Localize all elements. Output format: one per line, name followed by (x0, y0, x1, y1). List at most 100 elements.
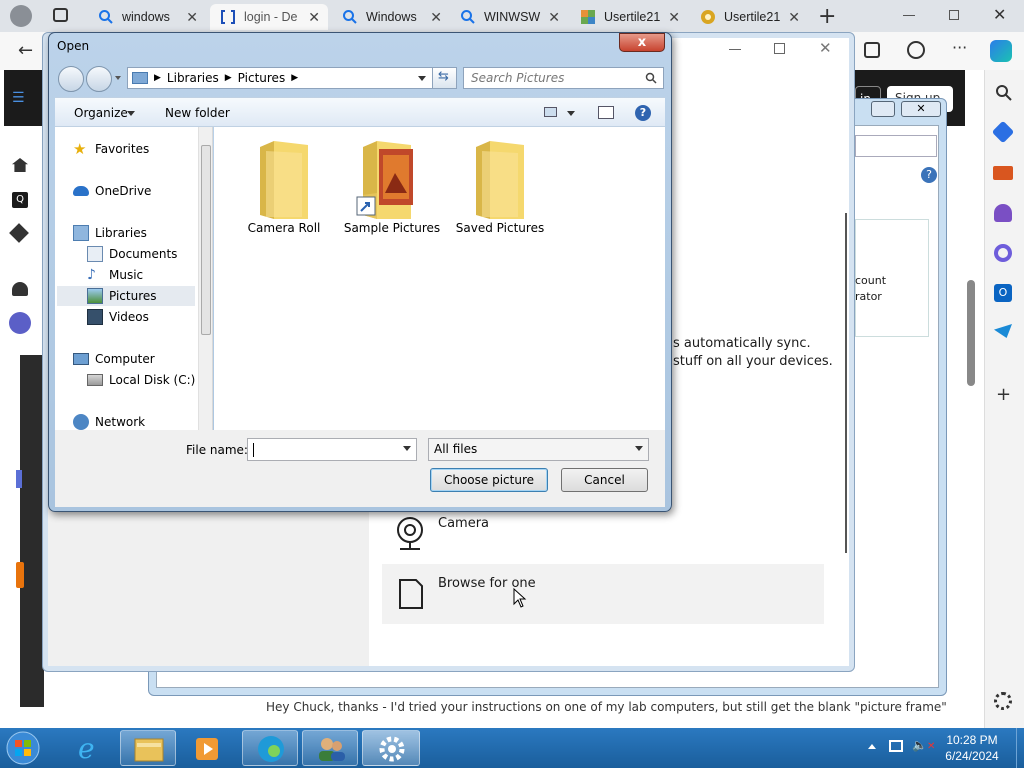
more-icon[interactable]: ··· (952, 38, 967, 57)
nav-local-disk[interactable]: Local Disk (C:) (87, 370, 195, 390)
restore-icon[interactable] (871, 101, 895, 117)
tab-login[interactable]: login - De ✕ (210, 4, 328, 30)
tab-windows[interactable]: windows ✕ (88, 4, 206, 30)
people-icon[interactable] (994, 204, 1012, 222)
office-icon[interactable] (994, 244, 1012, 262)
breadcrumb-pictures[interactable]: Pictures (238, 71, 286, 85)
close-icon[interactable]: ✕ (819, 39, 832, 57)
home-icon[interactable] (12, 158, 28, 172)
settings-gear-icon[interactable] (994, 692, 1012, 710)
copilot-icon[interactable] (990, 40, 1012, 62)
dialog-close-button[interactable]: x (619, 33, 665, 52)
nav-network[interactable]: Network (73, 412, 145, 432)
view-options-icon[interactable] (544, 107, 557, 117)
search-box[interactable] (855, 135, 937, 157)
close-icon[interactable]: ✕ (186, 9, 198, 26)
folder-camera-roll[interactable]: Camera Roll (234, 133, 334, 253)
toolbox-icon[interactable] (993, 166, 1013, 180)
close-icon[interactable]: ✕ (308, 9, 320, 26)
breadcrumb-arrow-icon: ▶ (154, 73, 161, 83)
tab-usertile-1[interactable]: Usertile21 ✕ (570, 4, 688, 30)
file-type-select[interactable]: All files (428, 438, 649, 461)
nav-label: Documents (109, 247, 178, 261)
close-icon[interactable]: ✕ (430, 9, 442, 26)
address-bar[interactable]: ▶ Libraries ▶ Pictures ▶ (127, 67, 457, 89)
start-button[interactable] (4, 730, 42, 766)
organize-menu[interactable]: Organize (74, 106, 128, 120)
internet-explorer-icon[interactable]: e (60, 730, 116, 766)
shopping-tag-icon[interactable] (991, 120, 1015, 144)
close-window-icon[interactable]: ✕ (993, 5, 1006, 24)
nav-scrollbar[interactable] (198, 127, 212, 430)
folder-sample-pictures[interactable]: Sample Pictures (342, 133, 442, 253)
close-icon[interactable]: ✕ (901, 101, 941, 117)
nav-documents[interactable]: Documents (87, 244, 177, 264)
menu-icon[interactable]: ☰ (12, 90, 25, 106)
tab-usertile-2[interactable]: Usertile21 ✕ (690, 4, 808, 30)
media-player-icon[interactable] (180, 730, 236, 766)
nav-pictures[interactable]: Pictures (57, 286, 195, 306)
browse-option[interactable]: Browse for one (382, 564, 824, 624)
settings-gear-icon[interactable] (362, 730, 420, 766)
profile-avatar[interactable] (10, 5, 32, 27)
action-center-icon[interactable] (889, 740, 903, 752)
nav-favorites[interactable]: ★ Favorites (73, 139, 149, 159)
search-pictures-input[interactable]: Search Pictures (463, 67, 664, 89)
scroll-thumb[interactable] (201, 145, 211, 335)
tab-winwsw[interactable]: WINWSW ✕ (450, 4, 568, 30)
clock-time: 10:28 PM (946, 733, 998, 747)
tab-actions-icon[interactable] (53, 8, 68, 22)
users-icon[interactable] (12, 282, 28, 296)
user-accounts-icon[interactable] (302, 730, 358, 766)
chevron-down-icon[interactable] (403, 446, 411, 451)
minimize-icon[interactable] (903, 15, 915, 16)
teams-icon[interactable] (9, 312, 31, 334)
back-button[interactable] (58, 66, 84, 92)
chevron-down-icon[interactable] (567, 111, 575, 116)
new-folder-button[interactable]: New folder (165, 106, 230, 120)
tab-windows-2[interactable]: Windows ✕ (332, 4, 450, 30)
refresh-button[interactable]: ⇆ (432, 67, 457, 89)
help-icon[interactable]: ? (921, 167, 937, 183)
edge-icon[interactable] (242, 730, 298, 766)
close-icon[interactable]: ✕ (668, 9, 680, 26)
camera-option[interactable]: Camera (382, 508, 824, 560)
search-icon[interactable] (995, 84, 1013, 102)
tag-icon[interactable] (9, 223, 29, 243)
show-desktop-button[interactable] (1016, 728, 1024, 768)
page-scrollbar[interactable] (967, 280, 975, 386)
close-icon[interactable]: ✕ (548, 9, 560, 26)
nav-music[interactable]: ♪ Music (87, 265, 143, 285)
cancel-button[interactable]: Cancel (561, 468, 648, 492)
show-hidden-icons[interactable] (868, 744, 876, 749)
help-icon[interactable]: ? (635, 105, 651, 121)
preview-pane-icon[interactable] (598, 106, 614, 119)
minimize-icon[interactable] (729, 49, 741, 50)
forward-button[interactable] (86, 66, 112, 92)
nav-libraries[interactable]: Libraries (73, 223, 147, 243)
browser-essentials-icon[interactable] (907, 41, 925, 59)
back-arrow-icon[interactable]: ← (18, 40, 33, 61)
new-tab-button[interactable]: + (818, 4, 836, 29)
close-icon[interactable]: ✕ (788, 9, 800, 26)
address-dropdown-icon[interactable] (418, 76, 426, 81)
add-icon[interactable]: + (996, 384, 1011, 405)
file-name-input[interactable] (247, 438, 417, 461)
vertical-scrollbar[interactable] (845, 213, 847, 553)
outlook-icon[interactable]: O (994, 284, 1012, 302)
folder-saved-pictures[interactable]: Saved Pictures (450, 133, 550, 253)
nav-onedrive[interactable]: OneDrive (73, 181, 151, 201)
recent-locations-icon[interactable] (115, 76, 121, 80)
maximize-icon[interactable] (774, 43, 785, 54)
chevron-down-icon[interactable] (635, 446, 643, 451)
restore-icon[interactable] (949, 10, 959, 20)
nav-computer[interactable]: Computer (73, 349, 155, 369)
questions-icon[interactable]: Q (12, 192, 28, 208)
file-explorer-icon[interactable] (120, 730, 176, 766)
breadcrumb-libraries[interactable]: Libraries (167, 71, 219, 85)
taskbar-clock[interactable]: 10:28 PM 6/24/2024 (928, 732, 1016, 764)
send-icon[interactable] (994, 324, 1012, 338)
nav-videos[interactable]: Videos (87, 307, 149, 327)
choose-picture-button[interactable]: Choose picture (430, 468, 548, 492)
collections-icon[interactable] (864, 42, 880, 58)
